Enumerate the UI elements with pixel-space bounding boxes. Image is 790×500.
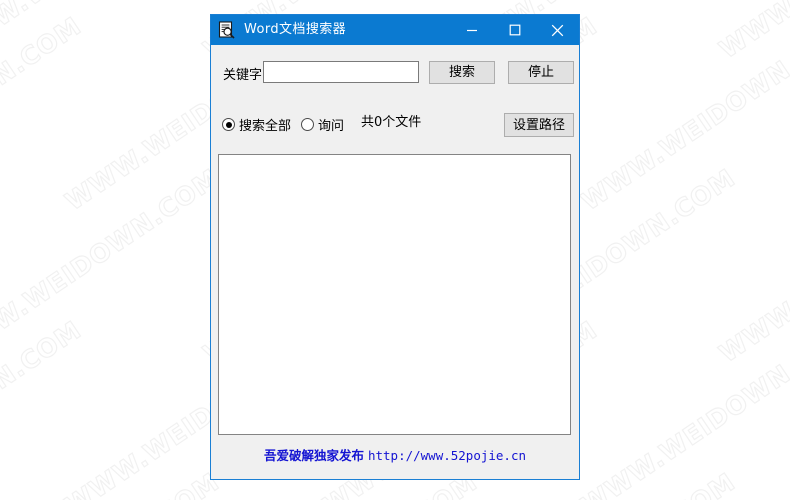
watermark-text: WWW.WEIDOWN.COM (0, 10, 87, 217)
close-button[interactable] (536, 15, 579, 45)
radio-search-all-label: 搜索全部 (239, 119, 292, 134)
watermark-text: WWW.WEIDOWN.COM (575, 314, 790, 500)
watermark-text: WWW.WEIDOWN.COM (713, 162, 790, 369)
radio-ask-label: 询问 (318, 119, 345, 134)
stop-button[interactable]: 停止 (508, 61, 574, 84)
radio-search-all[interactable]: 搜索全部 (222, 115, 291, 134)
footer-credit: 吾爱破解独家发布 http://www.52pojie.cn (211, 445, 579, 464)
maximize-button[interactable] (493, 15, 536, 45)
search-button[interactable]: 搜索 (429, 61, 495, 84)
footer-credit-url: http://www.52pojie.cn (367, 448, 527, 463)
watermark-text: WWW.WEIDOWN.COM (0, 466, 225, 500)
minimize-button[interactable] (450, 15, 493, 45)
title-bar[interactable]: Word文档搜索器 (211, 15, 579, 45)
watermark-text: WWW.WEIDOWN.COM (713, 466, 790, 500)
watermark-text: WWW.WEIDOWN.COM (575, 10, 790, 217)
results-list[interactable] (218, 154, 571, 435)
watermark-text: WWW.WEIDOWN.COM (0, 314, 87, 500)
radio-search-all-mark (222, 118, 235, 131)
document-search-icon (218, 21, 235, 39)
radio-ask[interactable]: 询问 (301, 115, 344, 134)
watermark-text: WWW.WEIDOWN.COM (0, 0, 225, 65)
minimize-icon (466, 29, 477, 32)
close-icon (551, 24, 564, 36)
watermark-text: WWW.WEIDOWN.COM (0, 162, 225, 369)
radio-ask-mark (301, 118, 314, 131)
keyword-label: 关键字 (223, 68, 263, 83)
search-mode-row: 搜索全部 询问 共0个文件 (211, 115, 579, 135)
maximize-icon (509, 24, 520, 36)
window-title: Word文档搜索器 (244, 22, 347, 37)
file-count-status: 共0个文件 (361, 115, 422, 130)
search-input[interactable] (263, 61, 419, 83)
watermark-text: WWW.WEIDOWN.COM (713, 0, 790, 65)
application-window: Word文档搜索器 关键字 搜索 停止 设置路径 搜索全部 询问 共0个文件 吾… (210, 14, 580, 480)
footer-credit-text: 吾爱破解独家发布 (263, 448, 364, 463)
client-area: 关键字 搜索 停止 设置路径 搜索全部 询问 共0个文件 吾爱破解独家发布 ht… (211, 45, 579, 479)
